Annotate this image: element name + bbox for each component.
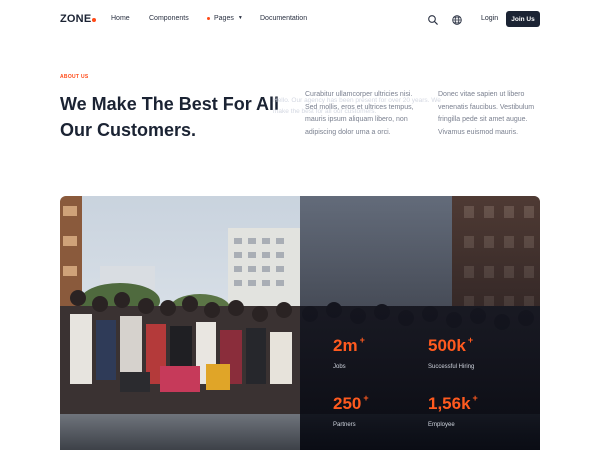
globe-icon[interactable] — [451, 13, 463, 25]
about-headline: We Make The Best For All Our Customers. — [60, 94, 280, 140]
hero-title: Our Agency Has Been — [273, 39, 405, 84]
stat-suffix: + — [363, 393, 369, 403]
top-navbar: ZONE Home Components Pages ▼ Documentatio… — [0, 0, 600, 40]
nav-link-label: Components — [149, 15, 189, 22]
section-eyebrow: ABOUT US — [60, 74, 89, 80]
chevron-down-icon: ▼ — [237, 15, 243, 22]
nav-link-home[interactable]: Home — [111, 15, 130, 22]
brand-dot — [92, 18, 97, 22]
stat-value-employee: 1,56k + — [428, 393, 478, 414]
stat-number: 2m — [333, 336, 358, 355]
active-bullet — [207, 16, 210, 20]
nav-link-documentation[interactable]: Documentation — [260, 15, 307, 22]
stat-label-employee: Employee — [428, 422, 455, 428]
nav-link-components[interactable]: Components — [149, 15, 189, 22]
stat-value-hiring: 500k + — [428, 335, 474, 356]
join-us-button[interactable]: Join Us — [506, 11, 540, 27]
hero-description: Hello. Our agency has been present for o… — [273, 97, 441, 115]
stat-value-jobs: 2m + — [333, 335, 365, 356]
nav-link-label: Pages — [214, 15, 234, 22]
stat-label-hiring: Successful Hiring — [428, 364, 475, 370]
stat-suffix: + — [472, 393, 478, 403]
login-link[interactable]: Login — [481, 15, 498, 22]
brand-name: ZONE — [60, 13, 92, 25]
brand-logo[interactable]: ZONE — [60, 13, 97, 25]
stat-number: 500k — [428, 336, 466, 355]
stat-value-partners: 250 + — [333, 393, 369, 414]
stat-number: 1,56k — [428, 394, 471, 413]
stat-suffix: + — [359, 335, 365, 345]
stat-suffix: + — [467, 335, 474, 345]
stat-label-partners: Partners — [333, 422, 356, 428]
stat-number: 250 — [333, 394, 362, 413]
search-icon[interactable] — [427, 13, 439, 25]
nav-link-pages[interactable]: Pages ▼ — [207, 15, 243, 22]
about-paragraph-2: Donec vitae sapien ut libero venenatis f… — [438, 91, 535, 136]
nav-link-label: Home — [111, 15, 130, 22]
stat-label-jobs: Jobs — [333, 364, 346, 370]
nav-link-label: Documentation — [260, 15, 308, 22]
